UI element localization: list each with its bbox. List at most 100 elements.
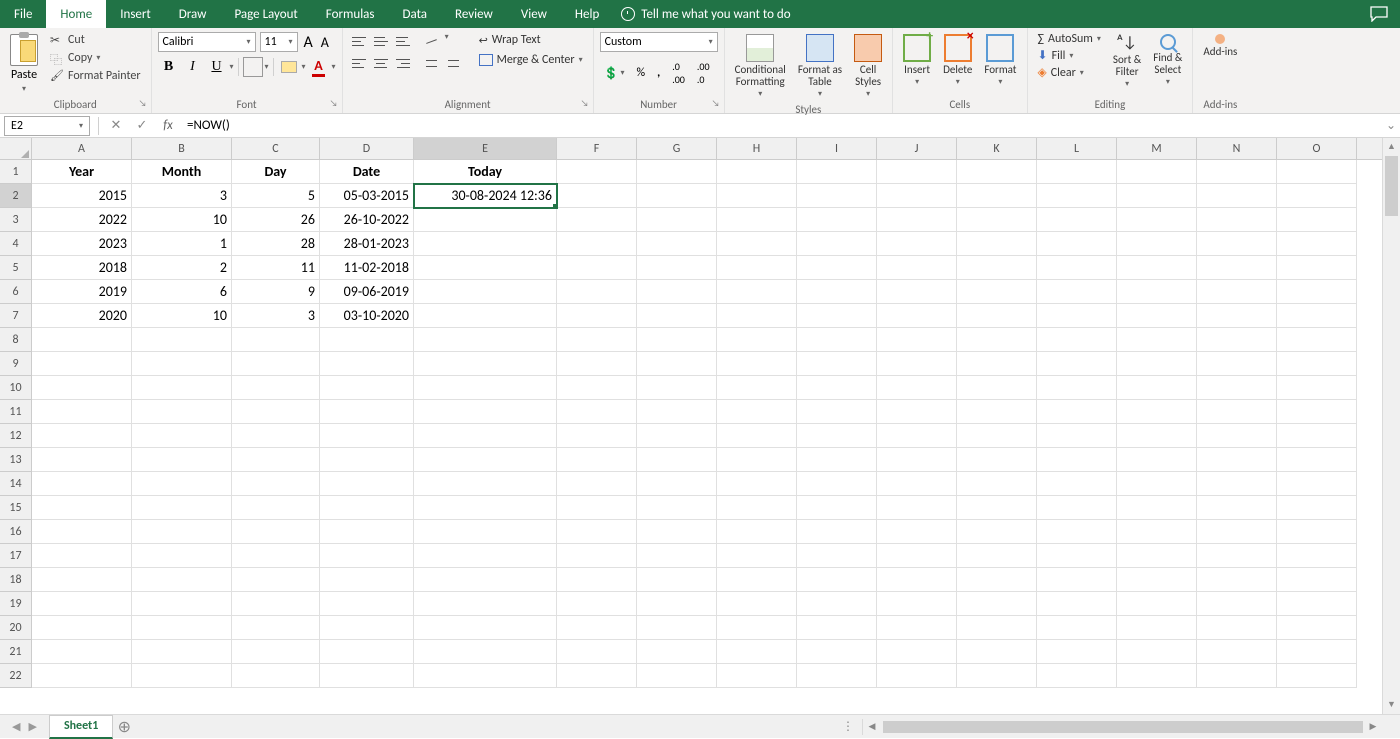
cell[interactable] (797, 592, 877, 616)
row-header[interactable]: 14 (0, 472, 32, 496)
cell[interactable] (1197, 280, 1277, 304)
cell[interactable] (320, 448, 414, 472)
cell[interactable] (877, 400, 957, 424)
cell[interactable] (414, 472, 557, 496)
cell[interactable] (1197, 640, 1277, 664)
cell[interactable] (637, 256, 717, 280)
cell[interactable] (877, 592, 957, 616)
delete-cells-button[interactable]: Delete▾ (939, 32, 976, 96)
row-header[interactable]: 3 (0, 208, 32, 232)
clear-button[interactable]: ◈Clear▾ (1034, 65, 1105, 80)
cell[interactable] (1117, 568, 1197, 592)
row-header[interactable]: 19 (0, 592, 32, 616)
cell[interactable] (1277, 424, 1357, 448)
tab-review[interactable]: Review (441, 0, 507, 28)
column-header[interactable]: A (32, 138, 132, 159)
scroll-right-button[interactable]: ▶ (1364, 719, 1382, 735)
align-left-button[interactable] (349, 54, 369, 72)
column-header[interactable]: E (414, 138, 557, 159)
cell[interactable] (1117, 448, 1197, 472)
cell[interactable] (557, 256, 637, 280)
cell[interactable] (637, 448, 717, 472)
cell[interactable] (717, 520, 797, 544)
cell[interactable] (1277, 304, 1357, 328)
cell[interactable] (877, 328, 957, 352)
row-header[interactable]: 20 (0, 616, 32, 640)
insert-cells-button[interactable]: Insert▾ (899, 32, 935, 96)
row-header[interactable]: 1 (0, 160, 32, 184)
cell[interactable] (320, 640, 414, 664)
cell[interactable] (1037, 664, 1117, 688)
cell[interactable] (557, 424, 637, 448)
fill-button[interactable]: ⬇Fill▾ (1034, 48, 1105, 63)
cell[interactable] (232, 424, 320, 448)
cell[interactable] (1197, 472, 1277, 496)
cell[interactable] (717, 616, 797, 640)
scroll-down-button[interactable]: ▼ (1383, 696, 1400, 714)
cell[interactable] (414, 256, 557, 280)
cell[interactable] (877, 448, 957, 472)
cell[interactable] (132, 592, 232, 616)
cell[interactable] (797, 448, 877, 472)
cell[interactable] (1277, 208, 1357, 232)
cell[interactable] (797, 160, 877, 184)
cell[interactable] (132, 400, 232, 424)
wrap-text-button[interactable]: ↩Wrap Text (475, 32, 587, 48)
cell[interactable] (1277, 400, 1357, 424)
cell[interactable]: 5 (232, 184, 320, 208)
cell[interactable] (232, 400, 320, 424)
cell[interactable] (1277, 472, 1357, 496)
conditional-formatting-button[interactable]: Conditional Formatting▾ (731, 32, 790, 101)
column-header[interactable]: M (1117, 138, 1197, 159)
tab-help[interactable]: Help (561, 0, 613, 28)
cell[interactable] (637, 568, 717, 592)
row-header[interactable]: 17 (0, 544, 32, 568)
cell[interactable] (1197, 448, 1277, 472)
cell[interactable]: Date (320, 160, 414, 184)
cell[interactable] (957, 376, 1037, 400)
cell[interactable] (414, 304, 557, 328)
cell[interactable] (232, 616, 320, 640)
cell[interactable] (797, 616, 877, 640)
align-middle-button[interactable] (371, 32, 391, 50)
cell[interactable] (1037, 352, 1117, 376)
column-header[interactable]: H (717, 138, 797, 159)
cell[interactable] (1277, 352, 1357, 376)
cell[interactable] (877, 208, 957, 232)
cell[interactable] (1037, 376, 1117, 400)
cell[interactable] (1197, 208, 1277, 232)
cell[interactable] (877, 352, 957, 376)
cell[interactable]: 11-02-2018 (320, 256, 414, 280)
cell[interactable] (414, 400, 557, 424)
percent-button[interactable]: % (633, 64, 650, 82)
cell[interactable] (797, 424, 877, 448)
row-header[interactable]: 13 (0, 448, 32, 472)
cell[interactable] (717, 448, 797, 472)
cell[interactable]: 2 (132, 256, 232, 280)
cell[interactable] (1037, 304, 1117, 328)
column-header[interactable]: C (232, 138, 320, 159)
cell[interactable] (797, 640, 877, 664)
copy-button[interactable]: Copy▾ (46, 50, 145, 66)
cell[interactable] (1037, 328, 1117, 352)
cell[interactable] (1277, 448, 1357, 472)
cell[interactable] (1117, 616, 1197, 640)
cell[interactable] (1037, 160, 1117, 184)
cell[interactable] (320, 424, 414, 448)
row-header[interactable]: 2 (0, 184, 32, 208)
cell[interactable] (877, 544, 957, 568)
cell[interactable] (1117, 208, 1197, 232)
cell[interactable] (1117, 592, 1197, 616)
cell[interactable] (414, 616, 557, 640)
cell[interactable]: 2022 (32, 208, 132, 232)
cell[interactable] (1197, 232, 1277, 256)
cell[interactable] (1197, 424, 1277, 448)
cell[interactable] (1117, 640, 1197, 664)
cell[interactable] (1117, 376, 1197, 400)
cell[interactable] (717, 184, 797, 208)
cell[interactable] (717, 424, 797, 448)
cell[interactable] (32, 448, 132, 472)
formula-input[interactable]: =NOW() (181, 118, 1382, 133)
cell[interactable] (877, 256, 957, 280)
cell[interactable]: 26 (232, 208, 320, 232)
